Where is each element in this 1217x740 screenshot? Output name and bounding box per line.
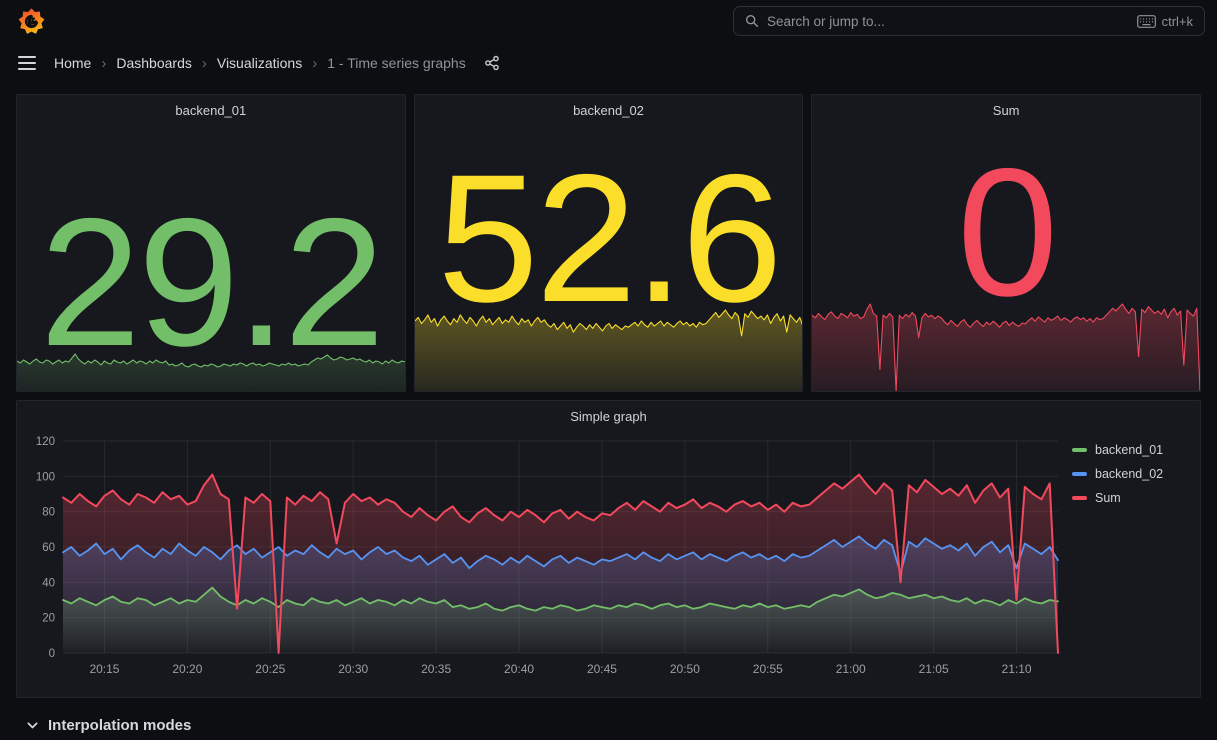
time-series-panel-simple-graph: Simple graph 0 20 40 60 80 100 120 20:15 20:20 20… [16, 400, 1201, 698]
hamburger-icon [18, 56, 36, 58]
svg-text:20:55: 20:55 [753, 662, 783, 676]
legend-label: backend_02 [1095, 467, 1164, 481]
legend-label: backend_01 [1095, 443, 1164, 457]
chevron-right-icon: › [312, 54, 318, 72]
search-placeholder: Search or jump to... [767, 13, 885, 29]
legend-item-backend-02[interactable]: backend_02 [1072, 467, 1192, 481]
time-series-chart: 0 20 40 60 80 100 120 20:15 20:20 20:25 20:30 20:35… [36, 436, 1059, 676]
breadcrumb-dashboards[interactable]: Dashboards [116, 55, 192, 71]
shortcut-label: ctrl+k [1161, 13, 1193, 29]
panel-title[interactable]: backend_01 [17, 95, 405, 125]
chevron-right-icon: › [101, 54, 107, 72]
stat-panel-row: backend_01 29.2 backend_02 52.6 Sum 0 [16, 94, 1201, 392]
svg-text:100: 100 [36, 471, 55, 483]
chevron-down-icon [27, 721, 38, 728]
svg-text:80: 80 [42, 507, 55, 519]
grafana-flame-icon [18, 7, 44, 34]
legend-item-backend-01[interactable]: backend_01 [1072, 443, 1192, 457]
row-title: Interpolation modes [48, 716, 192, 734]
breadcrumb-visualizations[interactable]: Visualizations [217, 55, 302, 71]
graph-body: 0 20 40 60 80 100 120 20:15 20:20 20:25 20:30 20:35… [17, 431, 1200, 697]
stat-panel-backend-02: backend_02 52.6 [413, 94, 804, 392]
series-color-dash [1072, 448, 1087, 452]
chevron-right-icon: › [201, 54, 207, 72]
svg-text:0: 0 [49, 648, 55, 660]
svg-text:21:05: 21:05 [919, 662, 949, 676]
svg-text:20:35: 20:35 [421, 662, 451, 676]
svg-text:20: 20 [42, 613, 55, 625]
svg-text:20:15: 20:15 [89, 662, 119, 676]
grafana-logo[interactable] [16, 6, 46, 36]
svg-text:20:40: 20:40 [504, 662, 534, 676]
share-dashboard-button[interactable] [484, 55, 500, 71]
series-color-dash [1072, 472, 1087, 476]
time-series-plot-area[interactable]: 0 20 40 60 80 100 120 20:15 20:20 20:25 20:30 20:35… [23, 431, 1068, 697]
stat-sparkline [414, 309, 803, 391]
breadcrumb-current-page: 1 - Time series graphs [327, 55, 466, 71]
panel-title[interactable]: Sum [812, 95, 1200, 125]
search-shortcut: ctrl+k [1136, 13, 1193, 29]
stat-sparkline [812, 303, 1200, 391]
svg-text:60: 60 [42, 542, 55, 554]
search-input[interactable]: Search or jump to... ctrl+k [733, 6, 1205, 36]
stat-value: 52.6 [437, 135, 782, 307]
svg-text:120: 120 [36, 436, 55, 448]
svg-text:20:30: 20:30 [338, 662, 368, 676]
share-nodes-icon [484, 55, 499, 71]
dashboard-row-interpolation-modes[interactable]: Interpolation modes [16, 710, 1201, 740]
search-icon [745, 14, 759, 28]
svg-text:20:45: 20:45 [587, 662, 617, 676]
dashboard-canvas: backend_01 29.2 backend_02 52.6 Sum 0 Si… [0, 84, 1217, 740]
breadcrumb-bar: Home › Dashboards › Visualizations › 1 -… [0, 42, 1217, 84]
legend-item-sum[interactable]: Sum [1072, 491, 1192, 505]
menu-toggle-button[interactable] [16, 54, 38, 72]
chart-legend: backend_01 backend_02 Sum [1068, 443, 1192, 697]
breadcrumb-home[interactable]: Home [54, 55, 91, 71]
svg-text:20:25: 20:25 [255, 662, 285, 676]
stat-value: 0 [957, 129, 1058, 301]
panel-title[interactable]: backend_02 [415, 95, 803, 125]
stat-value: 29.2 [39, 179, 385, 351]
keyboard-icon [1136, 14, 1156, 28]
stat-sparkline [17, 353, 405, 391]
legend-label: Sum [1095, 491, 1121, 505]
stat-panel-sum: Sum 0 [811, 94, 1201, 392]
svg-text:40: 40 [42, 577, 55, 589]
stat-panel-backend-01: backend_01 29.2 [16, 94, 406, 392]
svg-text:21:00: 21:00 [836, 662, 866, 676]
svg-text:21:10: 21:10 [1002, 662, 1032, 676]
breadcrumb: Home › Dashboards › Visualizations › 1 -… [54, 55, 466, 71]
top-navigation-bar: Search or jump to... ctrl+k [0, 0, 1217, 42]
svg-text:20:50: 20:50 [670, 662, 700, 676]
panel-title[interactable]: Simple graph [17, 401, 1200, 431]
series-color-dash [1072, 496, 1087, 500]
svg-text:20:20: 20:20 [172, 662, 202, 676]
